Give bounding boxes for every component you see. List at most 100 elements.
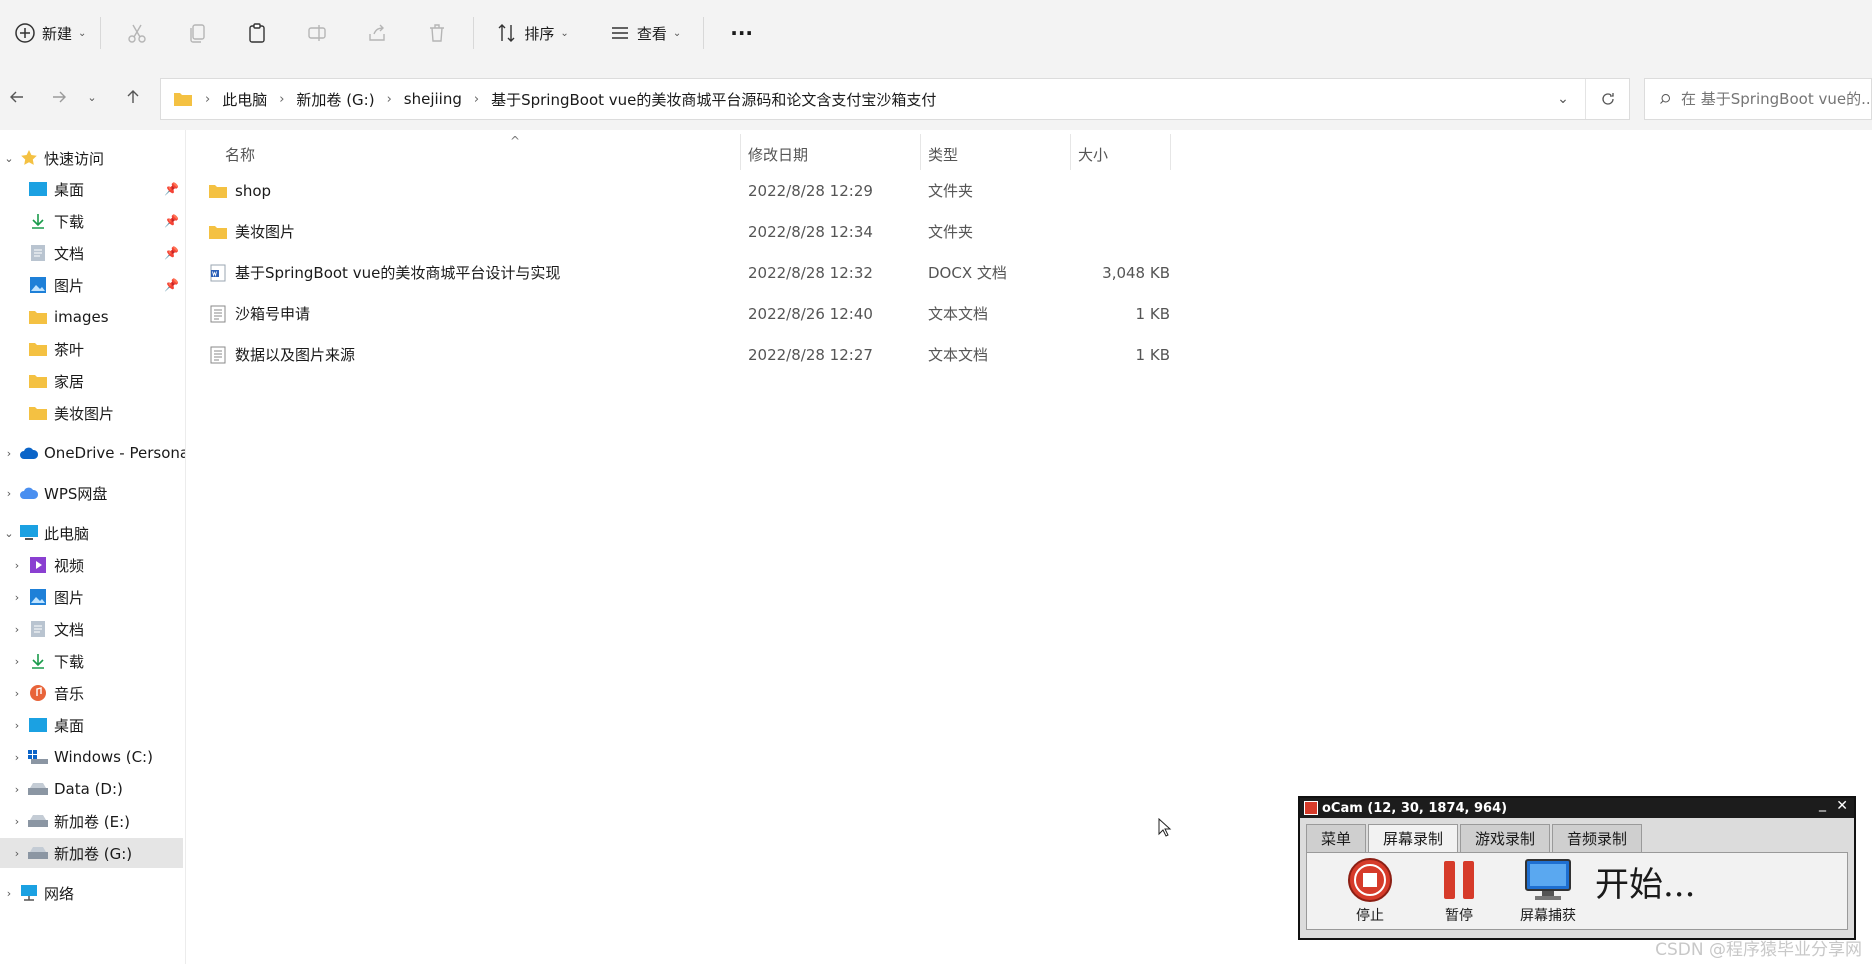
sidebar-item-drive-d[interactable]: › Data (D:) <box>0 774 183 804</box>
chevron-right-icon[interactable]: › <box>2 487 16 500</box>
sidebar-item-makeup-images[interactable]: 美妆图片 <box>0 398 183 428</box>
ocam-tab-game-record[interactable]: 游戏录制 <box>1460 824 1551 852</box>
sidebar-label: 家居 <box>54 372 85 391</box>
column-header-date[interactable]: 修改日期 <box>748 138 908 170</box>
sidebar-item-pc-downloads[interactable]: › 下载 <box>0 646 183 676</box>
screen-capture-button[interactable]: 屏幕捕获 <box>1513 857 1583 927</box>
sidebar-network[interactable]: › 网络 <box>0 878 183 908</box>
chevron-right-icon[interactable]: › <box>10 591 24 604</box>
forward-button[interactable] <box>42 80 76 114</box>
pin-icon[interactable]: 📌 <box>164 182 179 196</box>
sidebar-this-pc[interactable]: ⌄ 此电脑 <box>0 518 183 548</box>
file-row[interactable]: shop 2022/8/28 12:29 文件夹 <box>208 170 1358 211</box>
ocam-title-bar[interactable]: oCam (12, 30, 1874, 964) _ ✕ <box>1300 796 1854 818</box>
chevron-down-icon[interactable]: ⌄ <box>2 152 16 165</box>
column-header-size[interactable]: 大小 <box>1078 138 1168 170</box>
share-button[interactable] <box>347 13 407 53</box>
column-header-name[interactable]: 名称 ^ <box>225 134 525 170</box>
file-row[interactable]: 沙箱号申请 2022/8/26 12:40 文本文档 1 KB <box>208 293 1358 334</box>
sidebar-item-pc-desktop[interactable]: › 桌面 <box>0 710 183 740</box>
copy-button[interactable] <box>167 13 227 53</box>
up-button[interactable] <box>116 80 150 114</box>
chevron-right-icon[interactable]: › <box>10 559 24 572</box>
address-history-button[interactable]: ⌄ <box>1541 79 1585 119</box>
folder-icon <box>208 181 228 201</box>
sidebar-item-downloads[interactable]: 下载 📌 <box>0 206 183 236</box>
breadcrumb-this-pc[interactable]: 此电脑 <box>222 89 267 110</box>
sidebar-quick-access[interactable]: ⌄ 快速访问 <box>0 143 183 173</box>
paste-button[interactable] <box>227 13 287 53</box>
sidebar-item-images[interactable]: images <box>0 302 183 332</box>
sort-button[interactable]: 排序 ⌄ <box>488 13 576 53</box>
screen-capture-label: 屏幕捕获 <box>1520 908 1576 924</box>
chevron-right-icon[interactable]: › <box>10 783 24 796</box>
file-type: DOCX 文档 <box>928 264 1007 282</box>
trash-icon <box>430 24 445 42</box>
sidebar-item-pc-pictures[interactable]: › 图片 <box>0 582 183 612</box>
pin-icon[interactable]: 📌 <box>164 214 179 228</box>
ocam-tab-screen-record[interactable]: 屏幕录制 <box>1368 824 1459 852</box>
column-divider[interactable] <box>740 134 741 170</box>
chevron-right-icon[interactable]: › <box>2 447 16 460</box>
search-input[interactable] <box>1681 90 1871 108</box>
address-bar[interactable]: › 此电脑 › 新加卷 (G:) › shejiing › 基于SpringBo… <box>160 78 1630 120</box>
ocam-tab-audio-record[interactable]: 音频录制 <box>1552 824 1643 852</box>
sidebar-item-tea[interactable]: 茶叶 <box>0 334 183 364</box>
sidebar-item-home[interactable]: 家居 <box>0 366 183 396</box>
chevron-right-icon[interactable]: › <box>10 719 24 732</box>
cloud-icon <box>18 483 40 503</box>
file-row[interactable]: 美妆图片 2022/8/28 12:34 文件夹 <box>208 211 1358 252</box>
more-options-button[interactable]: ··· <box>722 13 761 53</box>
column-divider[interactable] <box>920 134 921 170</box>
stop-button[interactable]: 停止 <box>1335 857 1405 927</box>
recent-locations-button[interactable]: ⌄ <box>80 80 104 114</box>
pause-button[interactable]: 暂停 <box>1424 857 1494 927</box>
sidebar-item-drive-g[interactable]: › 新加卷 (G:) <box>0 838 183 868</box>
search-box[interactable] <box>1644 78 1872 120</box>
file-row[interactable]: 数据以及图片来源 2022/8/28 12:27 文本文档 1 KB <box>208 334 1358 375</box>
sidebar-item-documents[interactable]: 文档 📌 <box>0 238 183 268</box>
sidebar-onedrive[interactable]: › OneDrive - Persona <box>0 438 185 468</box>
chevron-down-icon[interactable]: ⌄ <box>2 527 16 540</box>
new-button[interactable]: 新建 ⌄ <box>6 13 94 53</box>
close-button[interactable]: ✕ <box>1836 798 1848 814</box>
refresh-button[interactable] <box>1585 79 1629 119</box>
back-button[interactable] <box>0 80 34 114</box>
delete-button[interactable] <box>407 13 467 53</box>
chevron-right-icon[interactable]: › <box>10 655 24 668</box>
cut-button[interactable] <box>107 13 167 53</box>
sidebar-item-videos[interactable]: › 视频 <box>0 550 183 580</box>
chevron-right-icon[interactable]: › <box>10 751 24 764</box>
file-size: 3,048 KB <box>1102 263 1170 282</box>
sidebar-item-pictures[interactable]: 图片 📌 <box>0 270 183 300</box>
column-divider[interactable] <box>1170 134 1171 170</box>
sidebar-item-pc-documents[interactable]: › 文档 <box>0 614 183 644</box>
rename-button[interactable] <box>287 13 347 53</box>
file-row[interactable]: 基于SpringBoot vue的美妆商城平台设计与实现 2022/8/28 1… <box>208 252 1358 293</box>
sidebar-wps[interactable]: › WPS网盘 <box>0 478 183 508</box>
pin-icon[interactable]: 📌 <box>164 278 179 292</box>
ocam-tab-menu[interactable]: 菜单 <box>1306 824 1367 852</box>
view-button[interactable]: 查看 ⌄ <box>601 13 689 53</box>
sidebar-item-music[interactable]: › 音乐 <box>0 678 183 708</box>
column-divider[interactable] <box>1070 134 1071 170</box>
chevron-right-icon[interactable]: › <box>10 847 24 860</box>
column-label: 名称 <box>225 145 256 164</box>
chevron-right-icon[interactable]: › <box>10 687 24 700</box>
minimize-button[interactable]: _ <box>1819 796 1826 812</box>
sidebar-item-drive-e[interactable]: › 新加卷 (E:) <box>0 806 183 836</box>
breadcrumb-current-folder[interactable]: 基于SpringBoot vue的美妆商城平台源码和论文含支付宝沙箱支付 <box>491 89 936 110</box>
chevron-right-icon[interactable]: › <box>10 623 24 636</box>
column-header-type[interactable]: 类型 <box>928 138 1048 170</box>
sidebar-label: 新加卷 (E:) <box>54 812 131 831</box>
stop-label: 停止 <box>1356 908 1384 924</box>
chevron-right-icon[interactable]: › <box>2 887 16 900</box>
sidebar-item-drive-c[interactable]: › Windows (C:) <box>0 742 183 772</box>
sidebar-item-desktop[interactable]: 桌面 📌 <box>0 174 183 204</box>
scissors-icon <box>128 24 147 43</box>
breadcrumb-drive-g[interactable]: 新加卷 (G:) <box>296 89 374 110</box>
folder-icon <box>174 93 192 106</box>
pin-icon[interactable]: 📌 <box>164 246 179 260</box>
chevron-right-icon[interactable]: › <box>10 815 24 828</box>
breadcrumb-shejiing[interactable]: shejiing <box>404 90 462 108</box>
